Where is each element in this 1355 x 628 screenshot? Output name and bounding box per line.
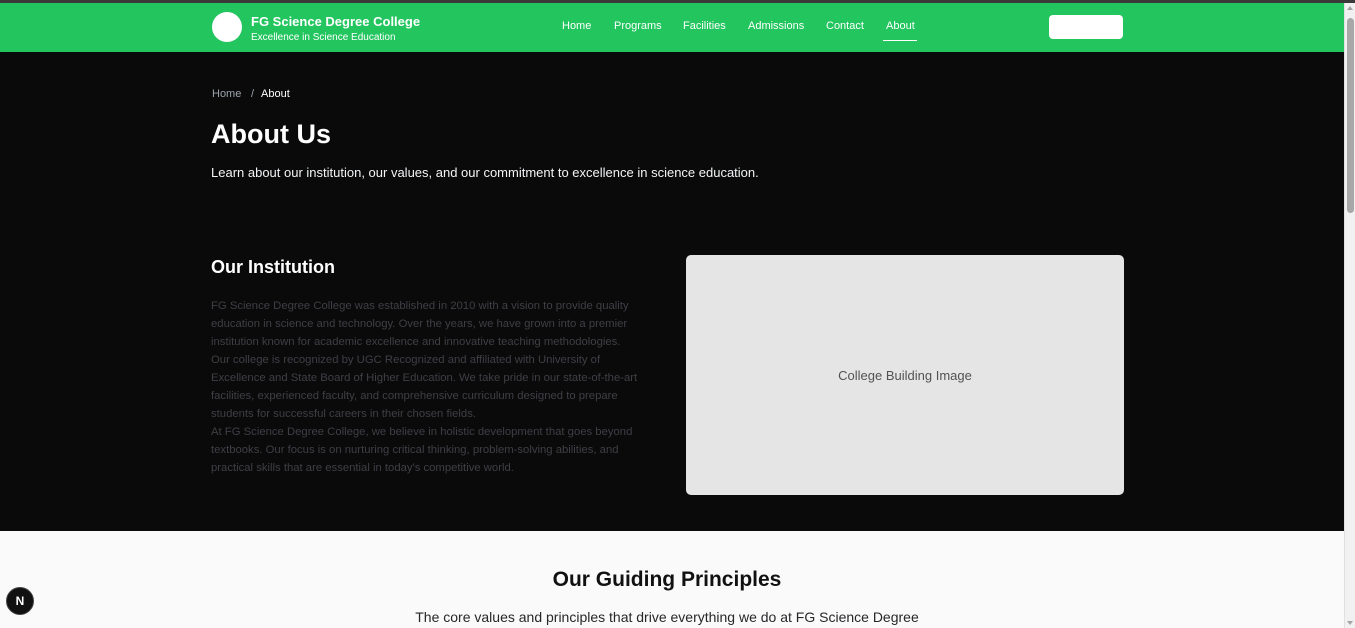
principles-heading: Our Guiding Principles [552, 568, 782, 591]
nav-admissions[interactable]: Admissions [748, 20, 804, 32]
institution-paragraph: At FG Science Degree College, we believe… [211, 426, 633, 474]
active-nav-indicator [883, 40, 917, 41]
breadcrumb-current: About [261, 88, 290, 100]
about-hero-section: Home / About About Us Learn about our in… [0, 52, 1344, 531]
nav-about[interactable]: About [886, 20, 915, 32]
site-header: FG Science Degree College Excellence in … [0, 3, 1344, 52]
college-logo[interactable] [212, 12, 242, 42]
institution-description: FG Science Degree College was establishe… [211, 297, 656, 477]
page-title: About Us [211, 119, 331, 149]
scroll-up-arrow-icon[interactable] [1347, 6, 1353, 10]
nav-facilities[interactable]: Facilities [683, 20, 726, 32]
nav-contact[interactable]: Contact [826, 20, 864, 32]
institution-paragraph: Our college is recognized by UGC Recogni… [211, 354, 638, 420]
brand-tagline: Excellence in Science Education [251, 32, 396, 43]
image-placeholder-label: College Building Image [838, 367, 972, 383]
breadcrumb-home[interactable]: Home [212, 88, 241, 100]
institution-paragraph: FG Science Degree College was establishe… [211, 300, 629, 348]
nextjs-devtools-icon[interactable]: N [6, 587, 34, 615]
page-subtitle: Learn about our institution, our values,… [211, 165, 759, 180]
nav-home[interactable]: Home [562, 20, 591, 32]
institution-heading: Our Institution [211, 257, 335, 277]
guiding-principles-section: Our Guiding Principles The core values a… [0, 531, 1344, 628]
scroll-down-arrow-icon[interactable] [1347, 621, 1353, 625]
nav-programs[interactable]: Programs [614, 20, 662, 32]
page-scrollbar[interactable] [1344, 3, 1355, 628]
scrollbar-thumb[interactable] [1347, 18, 1354, 213]
principles-subtitle: The core values and principles that driv… [415, 609, 919, 625]
breadcrumb-separator: / [251, 88, 255, 100]
header-action-button[interactable] [1049, 15, 1123, 39]
college-building-image-placeholder: College Building Image [686, 255, 1124, 495]
brand-name[interactable]: FG Science Degree College [251, 14, 420, 29]
